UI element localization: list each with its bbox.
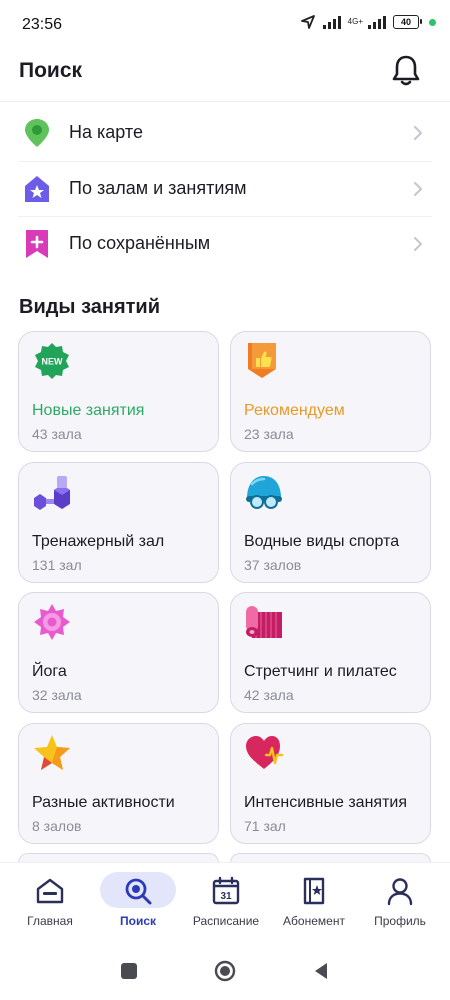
category-card-intensive[interactable]: Интенсивные занятия 71 зал — [230, 723, 431, 844]
category-card-stretching[interactable]: Стретчинг и пилатес 42 зала — [230, 592, 431, 713]
tab-home[interactable]: Главная — [7, 863, 93, 943]
option-map[interactable]: На карте — [0, 105, 450, 161]
bottom-tab-bar: Главная Поиск 31 Расписание Абонемент Пр… — [0, 862, 450, 942]
header: Поиск — [0, 52, 450, 100]
tab-schedule-label: Расписание — [192, 914, 260, 928]
category-count: 131 зал — [32, 557, 82, 573]
category-title: Стретчинг и пилатес — [244, 663, 397, 680]
calendar-day: 31 — [220, 891, 232, 902]
category-count: 32 зала — [32, 687, 82, 703]
location-arrow-icon — [300, 15, 315, 29]
status-time: 23:56 — [22, 16, 63, 33]
notifications-bell-icon[interactable] — [390, 54, 422, 88]
swim-cap-icon — [246, 476, 282, 509]
thumbs-up-shield-icon — [248, 343, 276, 378]
category-card-yoga[interactable]: Йога 32 зала — [18, 592, 219, 713]
chevron-right-icon — [414, 237, 422, 251]
tab-search[interactable]: Поиск — [95, 863, 181, 943]
recent-apps-icon[interactable] — [118, 960, 140, 982]
category-count: 23 зала — [244, 426, 294, 442]
status-icons: 4G+ 40 — [300, 14, 436, 30]
category-count: 8 залов — [32, 818, 82, 834]
lotus-icon — [34, 604, 70, 640]
page-title: Поиск — [19, 59, 83, 82]
tab-schedule[interactable]: 31 Расписание — [183, 863, 269, 943]
category-card-new[interactable]: NEW Новые занятия 43 зала — [18, 331, 219, 452]
tab-profile-label: Профиль — [374, 914, 426, 928]
category-title: Тренажерный зал — [32, 533, 165, 550]
dumbbell-icon — [34, 476, 70, 510]
category-count: 43 зала — [32, 426, 82, 442]
option-saved[interactable]: По сохранённым — [0, 216, 450, 272]
battery-level: 40 — [400, 17, 411, 27]
search-icon — [125, 878, 152, 905]
tab-search-label: Поиск — [119, 914, 156, 928]
category-title: Йога — [32, 663, 67, 680]
chevron-right-icon — [414, 182, 422, 196]
home-icon — [36, 878, 64, 904]
profile-icon — [387, 878, 413, 906]
option-saved-label: По сохранённым — [69, 233, 211, 253]
category-count: 37 залов — [244, 557, 302, 573]
category-card-gym[interactable]: Тренажерный зал 131 зал — [18, 462, 219, 583]
map-pin-icon — [25, 119, 49, 147]
category-count: 71 зал — [244, 818, 286, 834]
option-gyms-label: По залам и занятиям — [69, 178, 247, 198]
yoga-mat-icon — [246, 606, 282, 638]
category-card-various[interactable]: Разные активности 8 залов — [18, 723, 219, 844]
tab-profile[interactable]: Профиль — [357, 863, 443, 943]
category-card-water[interactable]: Водные виды спорта 37 залов — [230, 462, 431, 583]
tab-pass[interactable]: Абонемент — [271, 863, 357, 943]
option-map-label: На карте — [69, 122, 143, 142]
battery-icon: 40 — [393, 15, 422, 29]
section-title: Виды занятий — [19, 296, 161, 318]
tab-pass-label: Абонемент — [283, 914, 345, 928]
category-title: Новые занятия — [32, 402, 145, 419]
new-badge-icon: NEW — [35, 343, 69, 379]
category-title: Разные активности — [32, 794, 175, 811]
star-house-icon — [25, 176, 49, 202]
signal-icon — [322, 16, 341, 29]
svg-text:NEW: NEW — [42, 357, 64, 367]
category-count: 42 зала — [244, 687, 294, 703]
category-title: Интенсивные занятия — [244, 794, 407, 811]
network-type: 4G+ — [347, 17, 363, 26]
pass-card-icon — [303, 877, 325, 905]
header-divider — [0, 101, 450, 102]
tab-home-label: Главная — [27, 914, 73, 928]
home-button-icon[interactable] — [214, 960, 236, 982]
chevron-right-icon — [414, 126, 422, 140]
option-gyms[interactable]: По залам и занятиям — [0, 161, 450, 217]
back-icon[interactable] — [310, 960, 332, 982]
privacy-dot — [429, 18, 436, 26]
signal-icon-2 — [368, 16, 386, 29]
category-title: Рекомендуем — [244, 402, 345, 419]
bookmark-plus-icon — [26, 230, 48, 258]
system-nav-bar — [0, 942, 450, 1000]
calendar-icon: 31 — [212, 876, 240, 905]
category-card-recommended[interactable]: Рекомендуем 23 зала — [230, 331, 431, 452]
heart-pulse-icon — [246, 736, 284, 769]
status-bar: 23:56 4G+ 40 — [0, 0, 450, 52]
star-icon — [34, 735, 70, 770]
category-title: Водные виды спорта — [244, 533, 400, 550]
